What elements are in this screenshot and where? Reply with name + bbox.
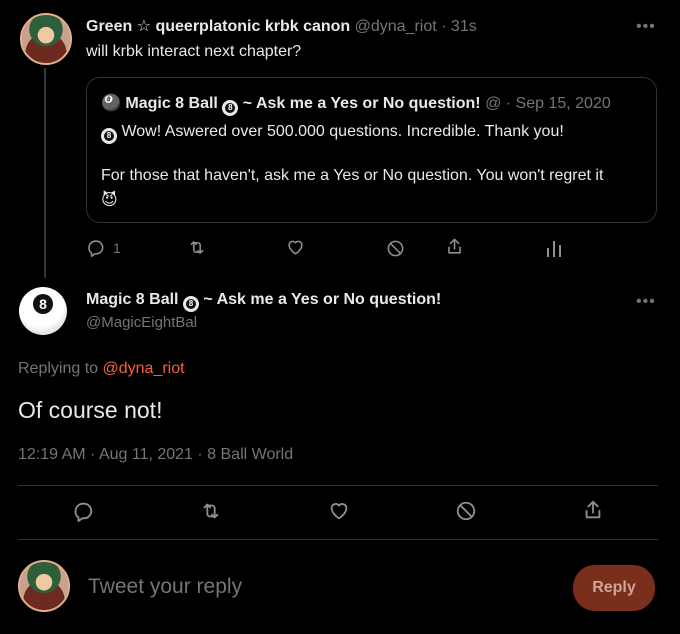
quoted-name: Magic 8 Ball	[125, 95, 218, 112]
reply-icon	[74, 502, 93, 522]
quoted-date: · Sep 15, 2020	[505, 95, 611, 112]
block-action[interactable]	[455, 500, 477, 522]
retweet-action[interactable]	[199, 500, 223, 522]
display-name[interactable]: Magic 8 Ball	[86, 291, 178, 308]
8ball-emoji-icon: 🎱	[101, 95, 121, 112]
8ball-badge-icon: 8	[182, 295, 199, 312]
block-action[interactable]	[386, 239, 405, 258]
avatar	[18, 560, 70, 612]
like-action[interactable]	[286, 238, 305, 257]
handle[interactable]: @MagicEightBal	[86, 314, 197, 331]
display-name[interactable]: Green ☆ queerplatonic krbk canon	[86, 18, 350, 35]
tweet-meta[interactable]: 12:19 AM · Aug 11, 2021 · 8 Ball World	[18, 446, 293, 464]
more-icon[interactable]: •••	[636, 18, 656, 36]
analytics-action[interactable]	[546, 239, 562, 257]
quoted-header: 🎱 Magic 8 Ball 8 ~ Ask me a Yes or No qu…	[101, 93, 611, 116]
reply-action[interactable]	[72, 500, 94, 522]
tweet-header: Green ☆ queerplatonic krbk canon @dyna_r…	[86, 16, 477, 36]
main-tweet-text: Of course not!	[18, 397, 163, 423]
analytics-icon	[547, 241, 561, 257]
heart-icon	[288, 240, 303, 255]
share-icon	[585, 500, 601, 519]
block-icon	[456, 501, 476, 521]
reply-button[interactable]: Reply	[573, 565, 655, 611]
like-action[interactable]	[328, 500, 350, 522]
divider	[18, 485, 658, 486]
8ball-avatar-icon: 8	[33, 294, 53, 314]
handle[interactable]: @dyna_riot	[355, 18, 437, 35]
retweet-action[interactable]	[187, 238, 207, 257]
mention-link[interactable]: @dyna_riot	[103, 360, 185, 377]
retweet-icon	[190, 241, 204, 254]
share-action[interactable]	[582, 498, 604, 522]
8ball-badge-icon: 8	[222, 99, 239, 116]
name-suffix[interactable]: ~ Ask me a Yes or No question!	[203, 291, 441, 308]
quoted-line1: 8 Wow! Aswered over 500.000 questions. I…	[101, 123, 564, 144]
quoted-handle: @	[485, 95, 502, 112]
avatar[interactable]	[20, 13, 72, 65]
share-action[interactable]	[445, 237, 464, 256]
8ball-badge-icon: 8	[101, 127, 117, 144]
main-header: Magic 8 Ball 8 ~ Ask me a Yes or No ques…	[86, 291, 441, 312]
share-icon	[448, 238, 461, 254]
reply-icon	[88, 240, 104, 257]
block-icon	[387, 240, 404, 257]
thread-line	[44, 68, 46, 278]
divider	[18, 539, 658, 540]
devil-emoji-icon: 😈	[101, 192, 118, 209]
replying-to: Replying to @dyna_riot	[18, 360, 185, 377]
retweet-icon	[203, 503, 219, 519]
quoted-tweet[interactable]: 🎱 Magic 8 Ball 8 ~ Ask me a Yes or No qu…	[86, 77, 657, 223]
heart-icon	[330, 503, 348, 520]
quoted-suffix: ~ Ask me a Yes or No question!	[242, 95, 481, 112]
more-icon[interactable]: •••	[636, 293, 656, 311]
avatar[interactable]: 8	[19, 287, 67, 335]
tweet-text: will krbk interact next chapter?	[86, 43, 302, 60]
timestamp[interactable]: · 31s	[441, 18, 477, 35]
reply-action[interactable]: 1	[86, 238, 121, 257]
reply-count: 1	[113, 239, 121, 256]
reply-input[interactable]: Tweet your reply	[88, 575, 242, 599]
quoted-line2: For those that haven't, ask me a Yes or …	[101, 167, 604, 184]
